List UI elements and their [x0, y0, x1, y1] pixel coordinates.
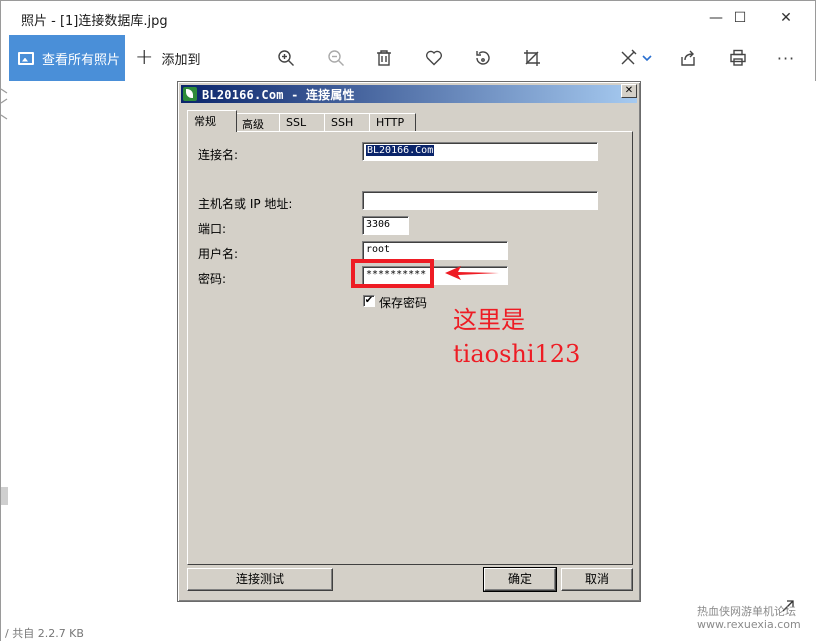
photo-edge-strip — [1, 88, 8, 120]
checkmark-icon: ✔ — [364, 295, 374, 306]
close-icon: ✕ — [780, 10, 792, 26]
zoom-out-icon[interactable] — [323, 45, 349, 71]
save-password-checkbox[interactable]: ✔ — [363, 295, 375, 307]
tab-http[interactable]: HTTP — [369, 113, 416, 132]
window-title: 照片 - [1]连接数据库.jpg — [21, 14, 168, 29]
add-to-button[interactable]: + 添加到 — [135, 35, 200, 81]
site-watermark: 热血侠网游单机论坛 www.rexuexia.com — [697, 605, 801, 631]
plus-icon: + — [135, 45, 154, 70]
photo-edge-mark — [1, 487, 8, 505]
annotation-line-1: 这里是 — [453, 306, 525, 334]
rotate-icon[interactable] — [470, 45, 496, 71]
maximize-icon: ☐ — [733, 10, 747, 26]
watermark-line-1: 热血侠网游单机论坛 — [697, 605, 796, 618]
photo-icon — [18, 51, 34, 65]
close-button[interactable]: ✕ — [763, 1, 809, 35]
maximize-button[interactable]: ☐ — [717, 1, 763, 35]
test-connection-button[interactable]: 连接测试 — [187, 568, 333, 591]
tab-advanced[interactable]: 高级 — [235, 113, 281, 132]
dialog-title: BL20166.Com - 连接属性 — [202, 87, 355, 102]
password-highlight-box — [351, 259, 434, 288]
arrow-left-icon — [445, 266, 499, 280]
password-hint-annotation: 这里是 tiaoshi123 — [453, 303, 580, 371]
share-icon[interactable] — [675, 45, 701, 71]
watermark-line-2: www.rexuexia.com — [697, 618, 801, 631]
zoom-in-icon[interactable] — [273, 45, 299, 71]
crop-icon[interactable] — [519, 45, 545, 71]
chevron-down-icon[interactable] — [637, 45, 657, 71]
ok-button[interactable]: 确定 — [483, 567, 557, 592]
dialog-close-icon: ✕ — [624, 85, 634, 96]
save-password-label: 保存密码 — [379, 296, 428, 310]
delete-icon[interactable] — [371, 45, 397, 71]
tab-general[interactable]: 常规 — [187, 110, 237, 132]
username-label: 用户名: — [198, 247, 239, 261]
photos-app-window: 照片 - [1]连接数据库.jpg — ☐ ✕ 查看所有照片 + 添加到 ···… — [0, 0, 816, 642]
view-all-photos-label: 查看所有照片 — [42, 52, 121, 68]
host-input[interactable] — [362, 191, 598, 210]
view-all-photos-button[interactable]: 查看所有照片 — [9, 35, 125, 81]
host-label: 主机名或 IP 地址: — [198, 197, 293, 211]
cancel-button[interactable]: 取消 — [561, 568, 633, 591]
toolbar: 查看所有照片 + 添加到 ··· — [1, 35, 816, 81]
connection-name-label: 连接名: — [198, 148, 239, 162]
dialog-title-bar: BL20166.Com - 连接属性 — [181, 85, 637, 103]
title-bar: 照片 - [1]连接数据库.jpg — ☐ ✕ — [1, 1, 816, 35]
connection-name-value: BL20166.Com — [366, 145, 435, 156]
add-to-label: 添加到 — [161, 52, 201, 68]
more-icon[interactable]: ··· — [773, 45, 799, 71]
tab-ssl[interactable]: SSL — [279, 113, 325, 132]
connection-name-input[interactable]: BL20166.Com — [362, 142, 598, 161]
tab-ssh[interactable]: SSH — [324, 113, 370, 132]
app-leaf-icon — [183, 87, 197, 101]
port-label: 端口: — [198, 222, 227, 236]
print-icon[interactable] — [725, 45, 751, 71]
username-input[interactable]: root — [362, 241, 508, 260]
favorite-icon[interactable] — [421, 45, 447, 71]
status-text: / 共自 2.2.7 KB — [5, 627, 84, 640]
password-label: 密码: — [198, 272, 227, 286]
port-input[interactable]: 3306 — [362, 216, 409, 235]
dialog-close-button[interactable]: ✕ — [621, 84, 637, 98]
annotation-line-2: tiaoshi123 — [453, 340, 581, 368]
